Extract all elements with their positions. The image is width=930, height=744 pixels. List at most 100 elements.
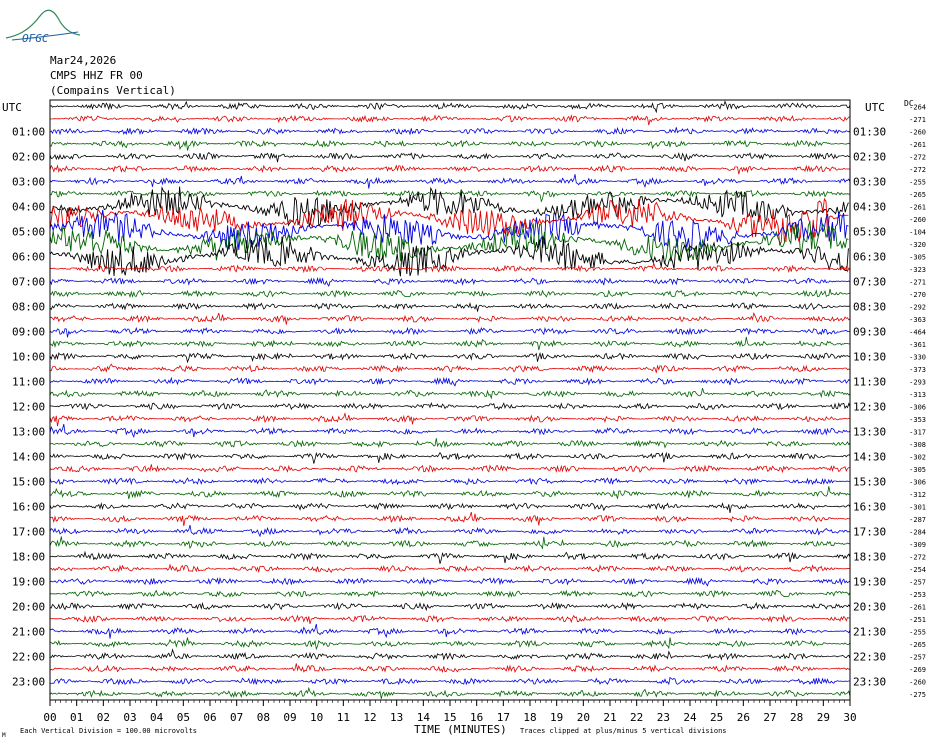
- dc-offset-label: -353: [909, 416, 926, 424]
- dc-offset-label: -269: [909, 666, 926, 674]
- left-hour-label: 05:00: [12, 225, 45, 238]
- left-hour-label: 03:00: [12, 175, 45, 188]
- dc-offset-label: -293: [909, 378, 926, 386]
- right-hour-label: 03:30: [853, 175, 886, 188]
- right-hour-label: 14:30: [853, 450, 886, 463]
- x-tick-label: 26: [737, 711, 750, 724]
- seismic-trace: [49, 164, 851, 175]
- dc-offset-label: -363: [909, 316, 926, 324]
- seismic-trace: [49, 524, 851, 538]
- dc-offset-label: -302: [909, 453, 926, 461]
- dc-offset-label: -260: [909, 216, 926, 224]
- right-hour-label: 09:30: [853, 325, 886, 338]
- x-tick-label: 21: [603, 711, 616, 724]
- seismic-trace: [49, 100, 851, 114]
- seismic-trace: [49, 486, 851, 499]
- right-hour-label: 10:30: [853, 350, 886, 363]
- seismic-trace: [49, 676, 850, 686]
- seismic-trace: [49, 236, 849, 277]
- seismic-trace: [49, 363, 851, 374]
- right-hour-label: 04:30: [853, 200, 886, 213]
- seismic-trace: [49, 550, 851, 564]
- dc-offset-label: -251: [909, 616, 926, 624]
- dc-offset-label: -255: [909, 178, 926, 186]
- dc-offset-label: -270: [909, 291, 926, 299]
- dc-offset-label: -254: [909, 566, 926, 574]
- seismic-traces: [49, 100, 851, 699]
- right-hour-label: 05:30: [853, 225, 886, 238]
- dc-offset-label: -361: [909, 341, 926, 349]
- right-hour-label: 21:30: [853, 625, 886, 638]
- x-tick-label: 00: [43, 711, 56, 724]
- seismic-trace: [49, 174, 851, 189]
- seismic-trace: [49, 126, 851, 136]
- x-tick-label: 03: [123, 711, 136, 724]
- dc-offset-label: -271: [909, 116, 926, 124]
- right-hour-label: 08:30: [853, 300, 886, 313]
- right-hour-label: 12:30: [853, 400, 886, 413]
- seismic-trace: [49, 277, 851, 287]
- left-hour-label: 19:00: [12, 575, 45, 588]
- right-hour-label: 18:30: [853, 550, 886, 563]
- left-hour-labels: 01:00 02:00 03:00 04:00 05:00 06:00 07:00 08:00…: [12, 125, 45, 688]
- right-hour-labels: 01:30 02:30 03:30 04:30 05:30 06:30 07:30 08:30…: [853, 125, 886, 688]
- seismic-trace: [49, 261, 851, 274]
- x-tick-label: 24: [683, 711, 697, 724]
- dc-offset-label: -301: [909, 503, 926, 511]
- seismic-trace: [50, 114, 851, 126]
- x-tick-label: 12: [363, 711, 376, 724]
- seismic-trace: [49, 663, 851, 674]
- x-tick-label: 23: [657, 711, 670, 724]
- left-hour-label: 13:00: [12, 425, 45, 438]
- seismic-trace: [49, 351, 851, 364]
- dc-offset-label: -287: [909, 516, 926, 524]
- dc-offset-label: -284: [909, 528, 926, 536]
- dc-offset-label: -255: [909, 628, 926, 636]
- seismic-trace: [49, 301, 851, 312]
- dc-offset-label: -309: [909, 541, 926, 549]
- x-axis-title: TIME (MINUTES): [414, 723, 507, 736]
- right-hour-label: 17:30: [853, 525, 886, 538]
- x-axis-ticks: [49, 700, 851, 706]
- dc-offset-label: -261: [909, 203, 926, 211]
- left-hour-label: 09:00: [12, 325, 45, 338]
- dc-offset-label: -323: [909, 266, 926, 274]
- dc-offset-label: -320: [909, 241, 926, 249]
- dc-offset-label: -260: [909, 128, 926, 136]
- dc-offset-label: -317: [909, 428, 926, 436]
- dc-offset-label: -104: [909, 228, 926, 236]
- seismic-trace: [49, 451, 851, 464]
- right-hour-label: 01:30: [853, 125, 886, 138]
- left-hour-label: 18:00: [12, 550, 45, 563]
- x-tick-label: 07: [230, 711, 243, 724]
- x-tick-label: 18: [523, 711, 536, 724]
- x-tick-label: 25: [710, 711, 723, 724]
- seismic-trace: [49, 438, 851, 449]
- x-tick-label: 22: [630, 711, 643, 724]
- right-hour-label: 22:30: [853, 650, 886, 663]
- x-tick-label: 27: [763, 711, 776, 724]
- dc-offset-label: -275: [909, 691, 926, 699]
- seismic-trace: [49, 402, 851, 411]
- corner-mark: M: [2, 732, 6, 739]
- left-hour-label: 01:00: [12, 125, 45, 138]
- left-hour-label: 08:00: [12, 300, 45, 313]
- dc-offset-label: -313: [909, 391, 926, 399]
- left-hour-label: 17:00: [12, 525, 45, 538]
- seismic-trace: [49, 139, 851, 151]
- plot-frame: [49, 99, 851, 701]
- x-tick-label: 30: [843, 711, 856, 724]
- dc-offset-label: -272: [909, 166, 926, 174]
- dc-offset-label: -330: [909, 353, 926, 361]
- dc-offset-label: -271: [909, 278, 926, 286]
- dc-offset-labels: -264-271-260-261-272-272-255-265-261-260…: [909, 103, 926, 699]
- dc-offset-label: -305: [909, 466, 926, 474]
- vertical-division-note: Each Vertical Division = 100.00 microvol…: [20, 727, 197, 735]
- dc-offset-label: -305: [909, 253, 926, 261]
- seismic-trace: [49, 412, 850, 427]
- dc-offset-label: -312: [909, 491, 926, 499]
- seismic-trace: [49, 502, 851, 513]
- left-hour-label: 12:00: [12, 400, 45, 413]
- right-hour-label: 16:30: [853, 500, 886, 513]
- x-tick-label: 05: [177, 711, 190, 724]
